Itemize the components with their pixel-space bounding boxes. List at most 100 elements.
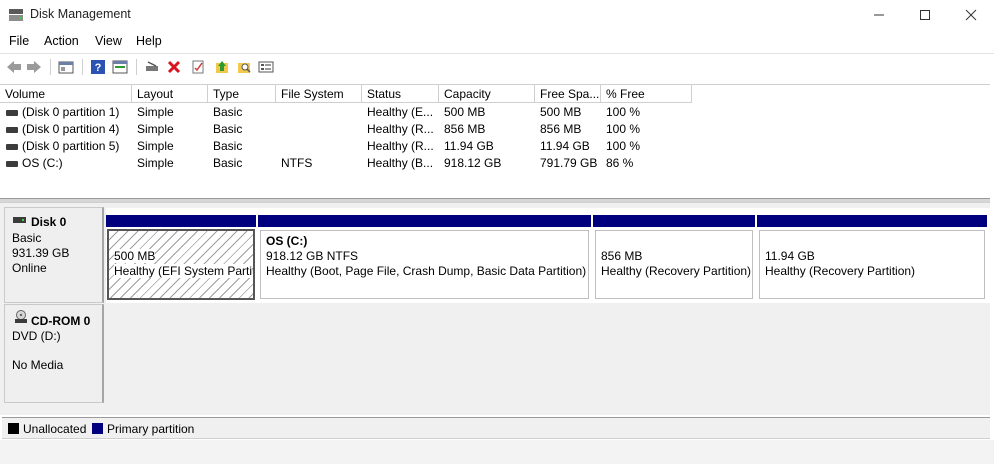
- table-cell-layout: Simple: [137, 139, 174, 153]
- table-cell-volume[interactable]: (Disk 0 partition 5): [22, 139, 132, 156]
- delete-icon: [167, 60, 181, 74]
- primary-partition-bar: [757, 215, 987, 227]
- table-cell-free-space: 500 MB: [540, 105, 582, 119]
- back-button[interactable]: [4, 57, 24, 77]
- primary-partition-swatch: [92, 423, 103, 434]
- primary-partition-bar: [258, 215, 591, 227]
- toolbar-separator: [82, 59, 83, 75]
- check-button[interactable]: [188, 57, 208, 77]
- svg-text:?: ?: [95, 62, 102, 74]
- partition-recovery-1[interactable]: 856 MB Healthy (Recovery Partition): [593, 211, 755, 302]
- column-header-status[interactable]: Status: [362, 85, 439, 103]
- table-cell-status: Healthy (B...: [367, 156, 434, 170]
- disk-0-name: Disk 0: [31, 215, 67, 229]
- import-button[interactable]: [212, 57, 232, 77]
- table-cell-capacity: 918.12 GB: [444, 156, 502, 170]
- maximize-icon: [920, 10, 930, 20]
- drive-icon: [6, 110, 18, 116]
- menu-help[interactable]: Help: [136, 34, 162, 48]
- back-icon: [7, 61, 21, 73]
- cd-drive-icon: [15, 310, 27, 323]
- partition-os-c[interactable]: OS (C:) 918.12 GB NTFS Healthy (Boot, Pa…: [258, 211, 591, 302]
- table-cell-free-space: 791.79 GB: [540, 156, 598, 170]
- title-bar: Disk Management: [0, 0, 994, 30]
- primary-partition-bar: [106, 215, 256, 227]
- table-cell-free-space: 11.94 GB: [540, 139, 590, 153]
- cdrom-0-header[interactable]: CD-ROM 0 DVD (D:) No Media: [4, 304, 104, 403]
- partition-body: OS (C:) 918.12 GB NTFS Healthy (Boot, Pa…: [260, 230, 589, 299]
- window-title: Disk Management: [30, 7, 131, 21]
- disk-0-state: Online: [12, 261, 47, 275]
- toolbar: ?: [0, 53, 994, 79]
- table-cell-volume[interactable]: (Disk 0 partition 4): [22, 122, 132, 139]
- partition-status: Healthy (Recovery Partition): [765, 264, 916, 278]
- delete-button[interactable]: [164, 57, 184, 77]
- column-header-type[interactable]: Type: [208, 85, 276, 103]
- connect-button[interactable]: [142, 57, 162, 77]
- drive-icon: [6, 127, 18, 133]
- table-cell-layout: Simple: [137, 105, 174, 119]
- check-icon: [192, 60, 204, 74]
- table-cell-status: Healthy (R...: [367, 122, 434, 136]
- partition-size: 856 MB: [601, 249, 643, 263]
- unallocated-swatch: [8, 423, 19, 434]
- partition-body-selected: 500 MB Healthy (EFI System Partit: [107, 229, 255, 300]
- console-tree-button[interactable]: [56, 57, 76, 77]
- primary-partition-bar: [593, 215, 755, 227]
- drive-icon: [6, 144, 18, 150]
- close-button[interactable]: [948, 0, 994, 30]
- menu-file[interactable]: File: [9, 34, 29, 48]
- close-icon: [965, 9, 977, 21]
- toolbar-separator: [50, 59, 51, 75]
- disk-0-type: Basic: [12, 231, 42, 245]
- column-header-percent-free[interactable]: % Free: [601, 85, 692, 103]
- column-header-file-system[interactable]: File System: [276, 85, 362, 103]
- table-cell-capacity: 500 MB: [444, 105, 486, 119]
- settings-icon: [258, 61, 274, 73]
- partition-status: Healthy (EFI System Partit: [114, 264, 255, 278]
- properties-icon: [112, 60, 128, 74]
- cdrom-0-media: No Media: [12, 358, 64, 372]
- table-cell-status: Healthy (E...: [367, 105, 434, 119]
- table-cell-volume[interactable]: (Disk 0 partition 1): [22, 105, 132, 122]
- table-cell-capacity: 856 MB: [444, 122, 486, 136]
- column-header-volume[interactable]: Volume: [0, 85, 132, 103]
- partition-size: 918.12 GB NTFS: [266, 249, 359, 263]
- disk-0-header[interactable]: Disk 0 Basic 931.39 GB Online: [4, 207, 104, 303]
- partition-efi[interactable]: 500 MB Healthy (EFI System Partit: [106, 211, 256, 302]
- legend-primary-partition: Primary partition: [107, 422, 195, 436]
- table-cell-layout: Simple: [137, 156, 174, 170]
- menu-bar: File Action View Help: [0, 30, 994, 52]
- disk-icon: [13, 217, 26, 223]
- partition-recovery-2[interactable]: 11.94 GB Healthy (Recovery Partition): [757, 211, 987, 302]
- help-button[interactable]: ?: [88, 57, 108, 77]
- column-header-layout[interactable]: Layout: [132, 85, 208, 103]
- settings-button[interactable]: [256, 57, 276, 77]
- menu-view[interactable]: View: [95, 34, 122, 48]
- minimize-icon: [874, 14, 884, 16]
- maximize-button[interactable]: [902, 0, 948, 30]
- column-header-free-space[interactable]: Free Spa...: [535, 85, 601, 103]
- table-cell-capacity: 11.94 GB: [444, 139, 494, 153]
- connect-icon: [146, 61, 158, 71]
- forward-button[interactable]: [24, 57, 44, 77]
- legend: Unallocated Primary partition: [2, 417, 990, 439]
- volume-list: Volume Layout Type File System Status Ca…: [0, 84, 990, 198]
- menu-action[interactable]: Action: [44, 34, 79, 48]
- column-header-capacity[interactable]: Capacity: [439, 85, 535, 103]
- table-cell-type: Basic: [213, 156, 243, 170]
- partition-size: 11.94 GB: [765, 249, 815, 263]
- minimize-button[interactable]: [856, 0, 902, 30]
- search-button[interactable]: [234, 57, 254, 77]
- disk-map: Disk 0 Basic 931.39 GB Online 500 MB Hea…: [0, 203, 990, 415]
- properties-button[interactable]: [110, 57, 130, 77]
- table-cell-type: Basic: [213, 139, 243, 153]
- partition-label: OS (C:): [266, 234, 308, 248]
- table-cell-status: Healthy (R...: [367, 139, 434, 153]
- table-cell-volume[interactable]: OS (C:): [22, 156, 132, 173]
- console-tree-icon: [58, 61, 74, 74]
- partition-body: 856 MB Healthy (Recovery Partition): [595, 230, 753, 299]
- table-cell-type: Basic: [213, 105, 243, 119]
- table-cell-percent-free: 100 %: [606, 139, 641, 153]
- disk-0-partitions: 500 MB Healthy (EFI System Partit OS (C:…: [106, 208, 990, 303]
